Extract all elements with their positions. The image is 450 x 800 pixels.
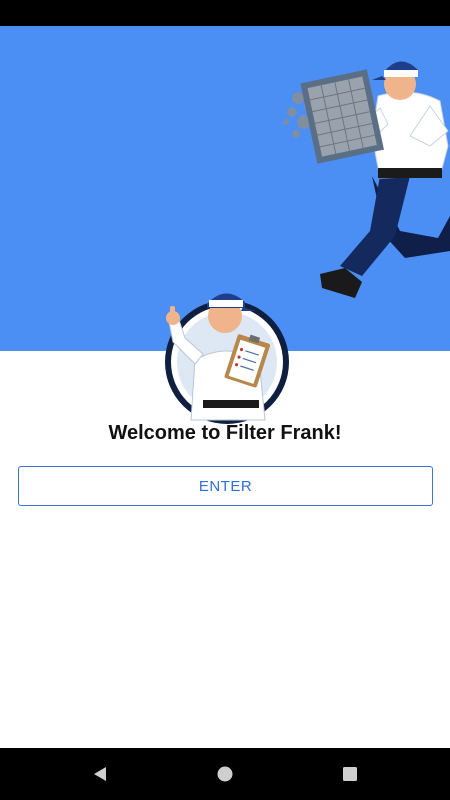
status-bar xyxy=(0,0,450,26)
enter-button[interactable]: ENTER xyxy=(18,466,433,506)
nav-recents-button[interactable] xyxy=(320,748,380,800)
home-circle-icon xyxy=(217,766,233,782)
technician-badge xyxy=(155,280,300,425)
back-triangle-icon xyxy=(94,767,106,781)
recents-square-icon xyxy=(343,767,357,781)
nav-back-button[interactable] xyxy=(70,748,130,800)
nav-home-button[interactable] xyxy=(195,748,255,800)
android-nav-bar xyxy=(0,748,450,800)
welcome-title: Welcome to Filter Frank! xyxy=(108,422,342,444)
clipboard-technician-icon xyxy=(165,293,289,424)
